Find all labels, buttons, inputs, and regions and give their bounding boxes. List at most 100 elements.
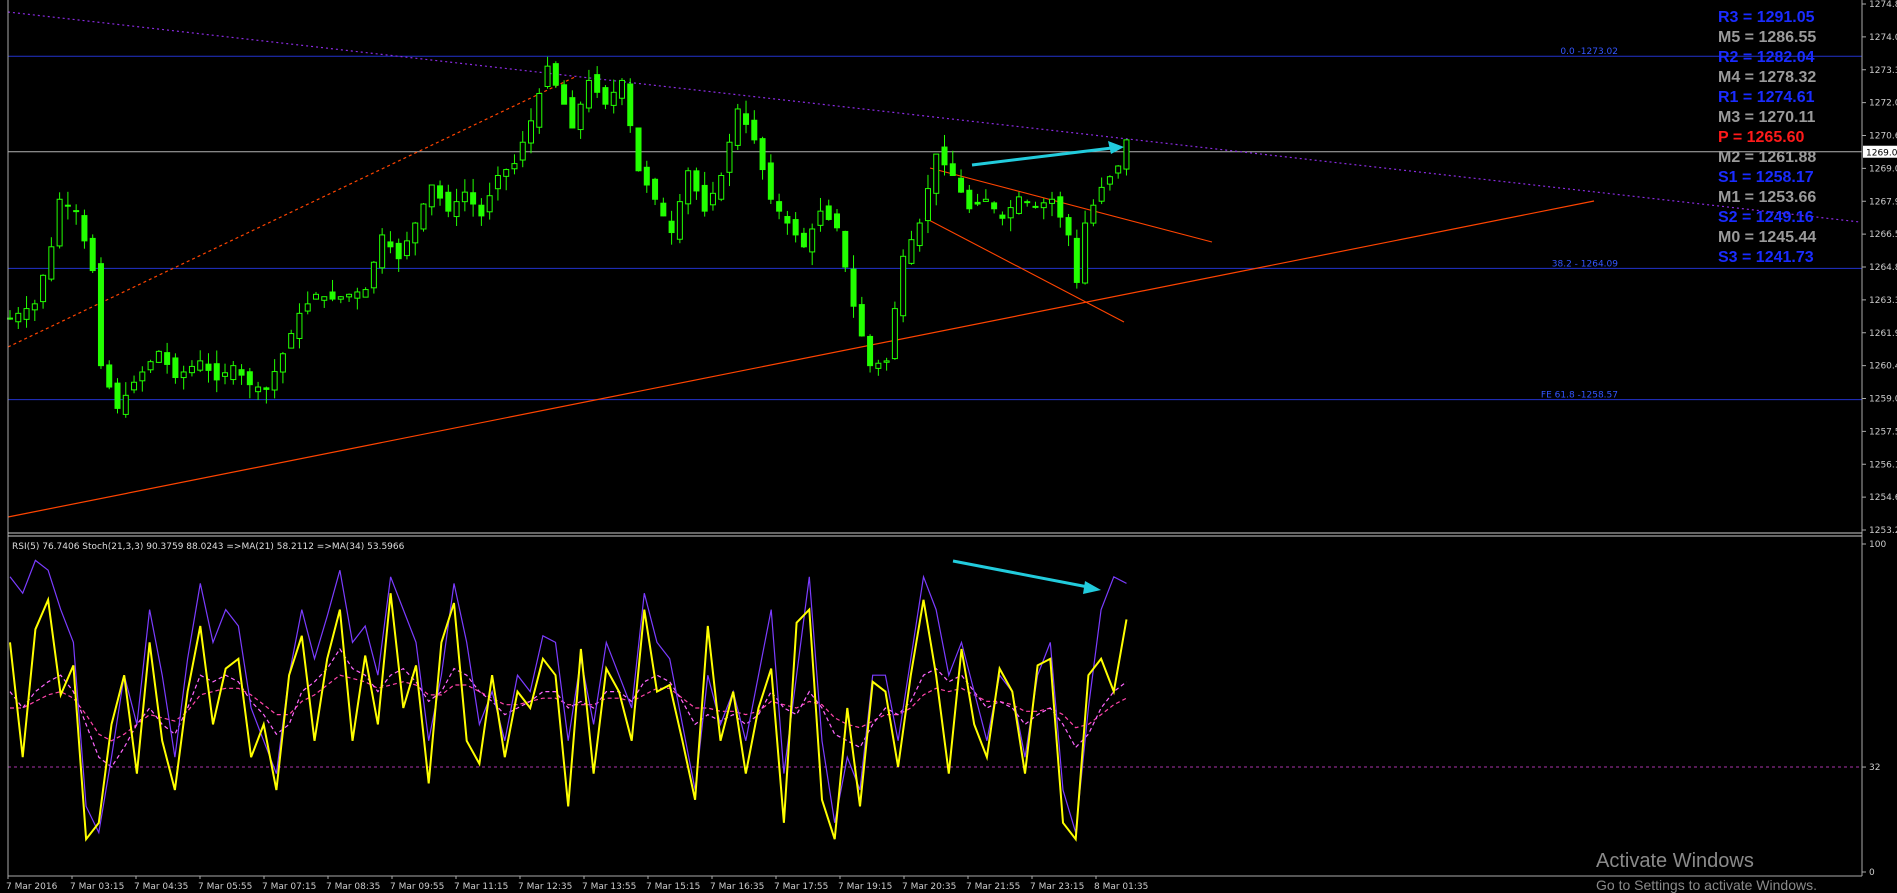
time-tick-label: 7 Mar 2016: [6, 882, 58, 892]
osc-tick-label: 32: [1869, 763, 1880, 773]
candle-body: [883, 360, 890, 363]
candle-body: [561, 84, 568, 105]
time-tick-label: 7 Mar 23:15: [1030, 882, 1084, 892]
candle-body: [1049, 198, 1056, 204]
candle-body: [643, 166, 650, 186]
candle-body: [470, 192, 477, 205]
candle-body: [503, 169, 510, 177]
candle-body: [668, 220, 675, 234]
pivot-level: S3 = 1241.73: [1718, 249, 1814, 266]
candle-body: [610, 91, 617, 106]
candle-body: [139, 371, 146, 382]
candle-body: [933, 153, 940, 194]
candle-body: [288, 333, 295, 349]
candle-body: [246, 371, 253, 386]
candle-body: [23, 308, 30, 320]
candle-body: [255, 386, 262, 393]
time-tick-label: 7 Mar 04:35: [134, 882, 188, 892]
fib-level-label: FE 61.8 -1258.57: [1541, 391, 1618, 401]
candle-body: [114, 382, 121, 409]
candle-body: [974, 201, 981, 205]
candle-body: [1106, 176, 1113, 185]
price-tick-label: 1253.2: [1869, 526, 1897, 536]
time-tick-label: 7 Mar 12:35: [518, 882, 572, 892]
candle-body: [180, 371, 187, 379]
fib-level-label: 38.2 - 1264.09: [1552, 259, 1618, 269]
candle-body: [726, 141, 733, 173]
candle-body: [709, 192, 716, 206]
time-tick-label: 7 Mar 21:55: [966, 882, 1020, 892]
time-tick-label: 8 Mar 01:35: [1094, 882, 1148, 892]
candle-body: [73, 210, 80, 213]
candle-body: [800, 232, 807, 248]
candle-body: [296, 312, 303, 339]
candle-body: [528, 120, 535, 144]
candle-body: [759, 138, 766, 171]
pivot-level: M2 = 1261.88: [1718, 149, 1817, 166]
time-tick-label: 7 Mar 07:15: [262, 882, 316, 892]
time-tick-label: 7 Mar 20:35: [902, 882, 956, 892]
osc-tick-label: 0: [1869, 868, 1875, 878]
candle-body: [552, 63, 559, 86]
candle-body: [445, 191, 452, 212]
candle-body: [652, 178, 659, 200]
candle-body: [701, 184, 708, 212]
candle-body: [982, 198, 989, 202]
candle-body: [966, 189, 973, 210]
candle-body: [147, 361, 154, 371]
candle-body: [958, 177, 965, 193]
candle-body: [825, 205, 832, 220]
candle-body: [370, 261, 377, 289]
candle-body: [900, 255, 907, 317]
candle-body: [155, 350, 162, 363]
candle-body: [511, 163, 518, 170]
candle-body: [172, 357, 179, 379]
candle-body: [635, 127, 642, 172]
candle-body: [627, 83, 634, 127]
candle-body: [743, 113, 750, 125]
candle-body: [718, 174, 725, 200]
candle-body: [31, 303, 38, 311]
candle-body: [1015, 196, 1022, 214]
candle-body: [1115, 165, 1122, 174]
candle-body: [751, 119, 758, 141]
time-tick-label: 7 Mar 03:15: [70, 882, 124, 892]
time-tick-label: 7 Mar 19:15: [838, 882, 892, 892]
candle-body: [676, 201, 683, 240]
candle-body: [379, 234, 386, 269]
time-tick-label: 7 Mar 08:35: [326, 882, 380, 892]
candle-body: [453, 201, 460, 218]
oscillator-header: RSI(5) 76.7406 Stoch(21,3,3) 90.3759 88.…: [12, 542, 405, 552]
pivot-level: M1 = 1253.66: [1718, 189, 1817, 206]
candle-body: [1082, 222, 1089, 284]
candle-body: [40, 274, 47, 303]
candle-body: [685, 170, 692, 205]
time-tick-label: 7 Mar 13:55: [582, 882, 636, 892]
candle-body: [1098, 186, 1105, 202]
candle-body: [122, 394, 129, 415]
price-tick-label: 1261.9: [1869, 329, 1897, 339]
pivot-level: R2 = 1282.04: [1718, 49, 1815, 66]
pivot-level: S2 = 1249.16: [1718, 209, 1814, 226]
candle-body: [1123, 139, 1130, 170]
candle-body: [395, 242, 402, 260]
candle-body: [908, 239, 915, 264]
price-tick-label: 1260.4: [1869, 362, 1897, 372]
candle-body: [56, 198, 63, 247]
candle-body: [817, 210, 824, 226]
candle-body: [412, 222, 419, 244]
candle-body: [850, 268, 857, 307]
price-tick-label: 1256.1: [1869, 460, 1897, 470]
price-tick-label: 1257.5: [1869, 427, 1897, 437]
time-tick-label: 7 Mar 16:35: [710, 882, 764, 892]
candle-body: [594, 74, 601, 93]
osc-tick-label: 100: [1869, 540, 1886, 550]
candle-body: [428, 184, 435, 208]
candle-body: [238, 369, 245, 376]
candle-body: [618, 79, 625, 99]
pivot-level: M3 = 1270.11: [1718, 109, 1816, 126]
time-tick-label: 7 Mar 17:55: [774, 882, 828, 892]
candle-body: [949, 163, 956, 176]
candle-body: [403, 240, 410, 257]
candle-body: [197, 360, 204, 371]
